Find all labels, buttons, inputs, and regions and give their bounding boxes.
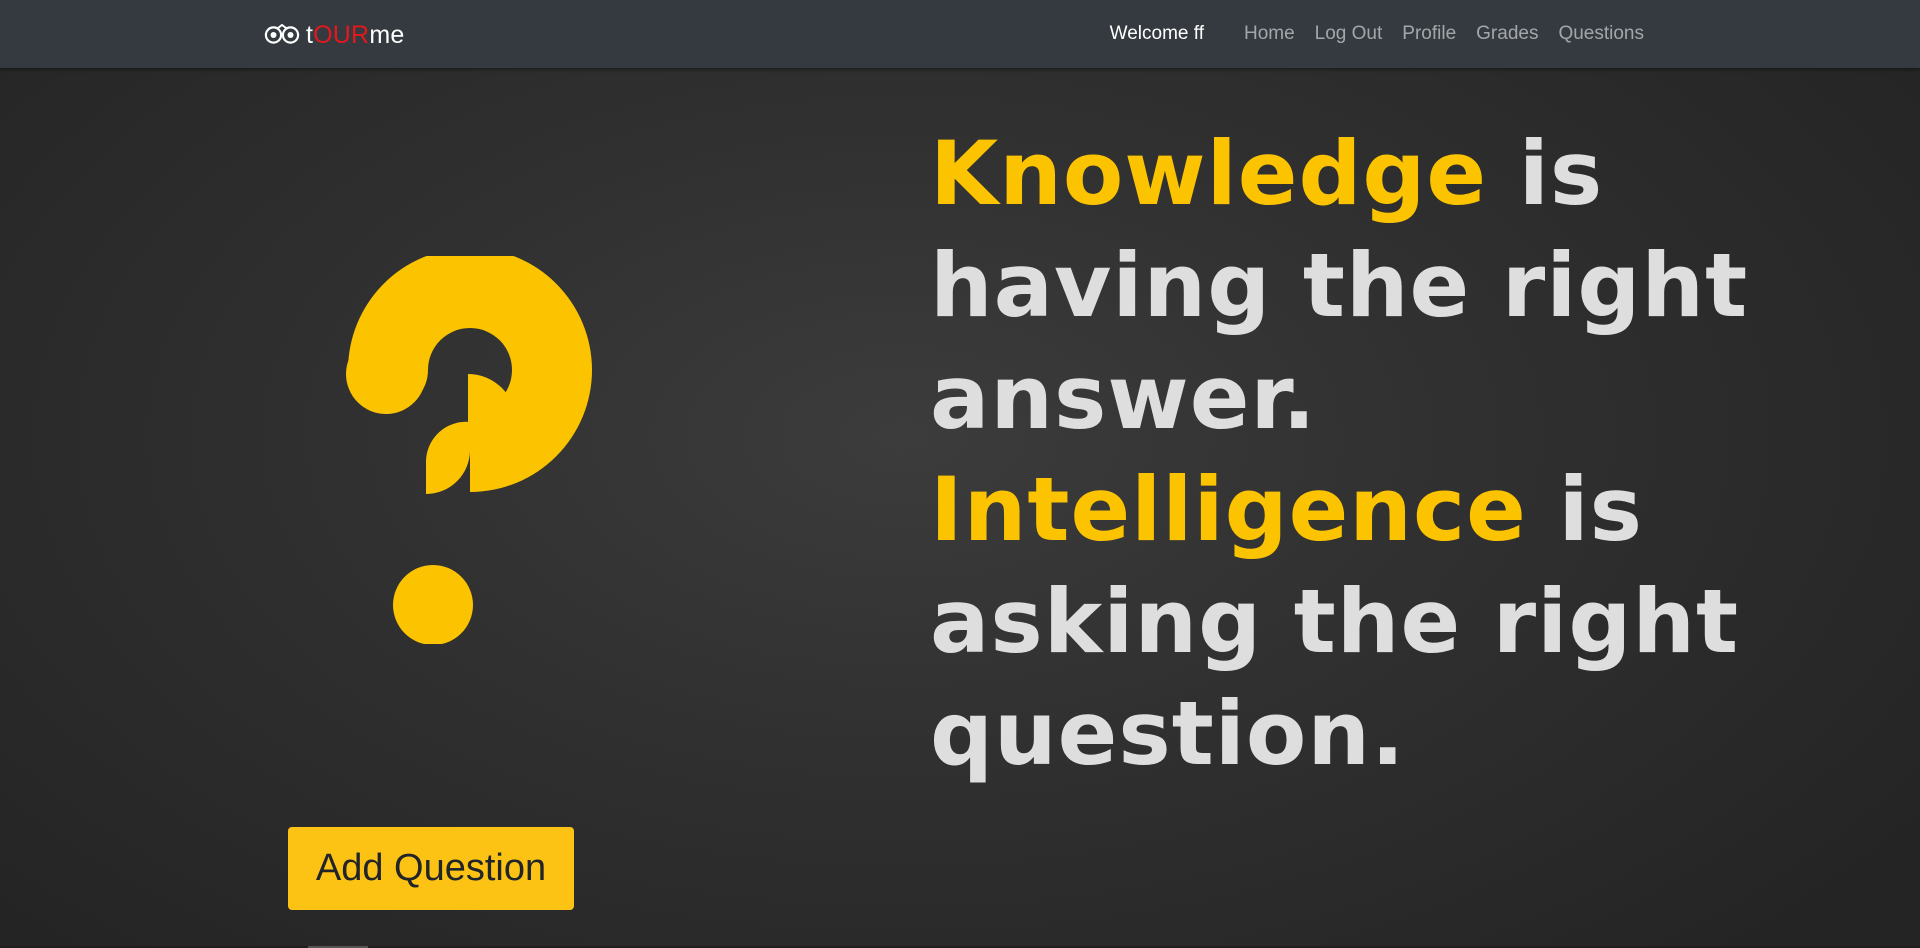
quote-highlight-intelligence: Intelligence — [930, 458, 1527, 561]
nav-link-profile[interactable]: Profile — [1402, 23, 1456, 45]
owl-eyes-icon — [264, 24, 300, 44]
hero-quote: Knowledge is having the right answer. In… — [930, 118, 1850, 790]
brand-name-accent: OUR — [313, 20, 370, 49]
brand-logo-link[interactable]: tOURme — [264, 19, 404, 51]
nav-link-questions[interactable]: Questions — [1558, 23, 1644, 45]
nav-link-log-out[interactable]: Log Out — [1315, 23, 1383, 45]
question-mark-icon — [346, 256, 592, 644]
quote-highlight-knowledge: Knowledge — [930, 122, 1488, 225]
nav-link-home[interactable]: Home — [1244, 23, 1295, 45]
brand-name: tOURme — [306, 21, 404, 50]
add-question-button[interactable]: Add Question — [288, 827, 574, 910]
welcome-text: Welcome ff — [1109, 23, 1204, 44]
nav-link-grades[interactable]: Grades — [1476, 23, 1538, 45]
top-navbar: tOURme Welcome ff Home Log Out Profile G… — [0, 0, 1920, 68]
brand-name-suffix: me — [369, 20, 405, 49]
nav-links: Welcome ff Home Log Out Profile Grades Q… — [1110, 0, 1644, 68]
